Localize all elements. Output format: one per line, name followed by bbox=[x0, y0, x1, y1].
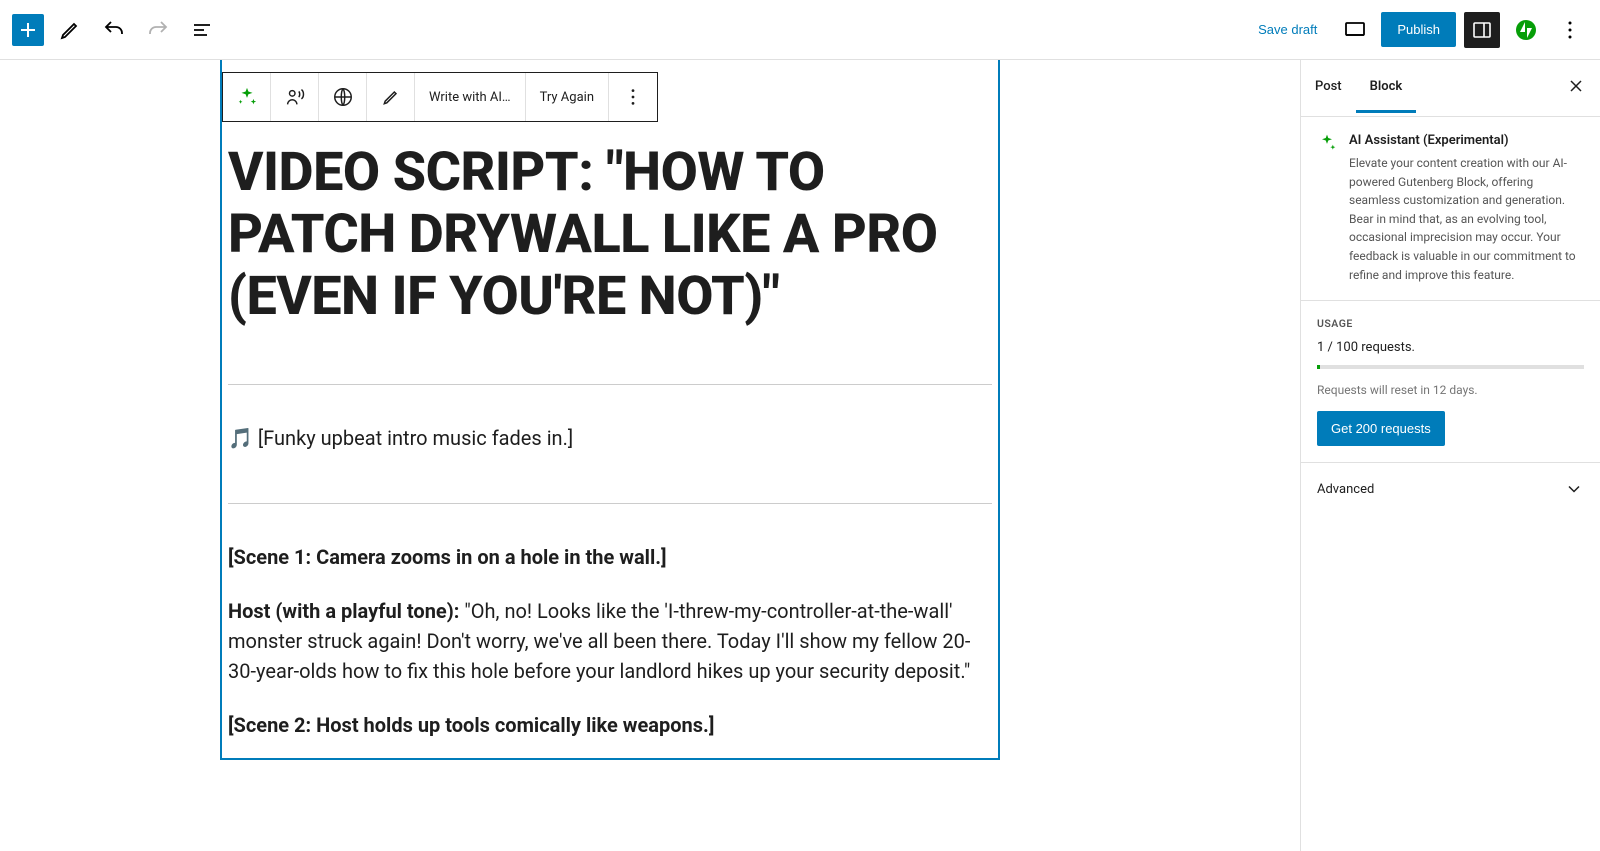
improve-button[interactable] bbox=[367, 73, 415, 121]
toolbar-left bbox=[12, 12, 220, 48]
sparkles-icon bbox=[236, 86, 258, 108]
more-vertical-icon bbox=[1558, 18, 1582, 42]
try-again-button[interactable]: Try Again bbox=[526, 73, 609, 121]
preview-button[interactable] bbox=[1337, 12, 1373, 48]
voice-icon bbox=[284, 86, 306, 108]
scene1-heading[interactable]: [Scene 1: Camera zooms in on a hole in t… bbox=[222, 536, 998, 590]
settings-sidebar-toggle[interactable] bbox=[1464, 12, 1500, 48]
usage-progress-bar bbox=[1317, 365, 1584, 369]
intro-music-line[interactable]: 🎵 [Funky upbeat intro music fades in.] bbox=[222, 417, 998, 471]
usage-count: 1 / 100 requests. bbox=[1317, 340, 1584, 355]
sidebar-icon bbox=[1470, 18, 1494, 42]
publish-button[interactable]: Publish bbox=[1381, 12, 1456, 47]
advanced-label: Advanced bbox=[1317, 482, 1374, 497]
more-options-button[interactable] bbox=[1552, 12, 1588, 48]
top-toolbar: Save draft Publish bbox=[0, 0, 1600, 60]
plus-icon bbox=[16, 18, 40, 42]
undo-button[interactable] bbox=[96, 12, 132, 48]
redo-icon bbox=[146, 18, 170, 42]
ai-panel-description: Elevate your content creation with our A… bbox=[1349, 154, 1584, 284]
redo-button[interactable] bbox=[140, 12, 176, 48]
sparkles-icon bbox=[1317, 133, 1337, 284]
tab-block[interactable]: Block bbox=[1356, 63, 1417, 113]
ai-block-type-button[interactable] bbox=[223, 73, 271, 121]
usage-reset-text: Requests will reset in 12 days. bbox=[1317, 383, 1584, 397]
get-requests-button[interactable]: Get 200 requests bbox=[1317, 411, 1445, 446]
host-line[interactable]: Host (with a playful tone): "Oh, no! Loo… bbox=[222, 590, 998, 704]
save-draft-button[interactable]: Save draft bbox=[1246, 14, 1329, 45]
more-vertical-icon bbox=[622, 86, 644, 108]
separator bbox=[228, 384, 992, 385]
block-toolbar: Write with AI… Try Again bbox=[222, 72, 658, 122]
ai-panel-title: AI Assistant (Experimental) bbox=[1349, 133, 1584, 148]
pencil-icon bbox=[381, 87, 401, 107]
pencil-icon bbox=[58, 18, 82, 42]
toolbar-right: Save draft Publish bbox=[1246, 12, 1588, 48]
write-with-ai-button[interactable]: Write with AI… bbox=[415, 73, 526, 121]
scene2-heading[interactable]: [Scene 2: Host holds up tools comically … bbox=[222, 704, 998, 758]
voice-tone-button[interactable] bbox=[271, 73, 319, 121]
ai-assistant-panel: AI Assistant (Experimental) Elevate your… bbox=[1301, 117, 1600, 301]
post-title[interactable]: VIDEO SCRIPT: "HOW TO PATCH DRYWALL LIKE… bbox=[222, 132, 998, 352]
ai-assistant-block[interactable]: Write with AI… Try Again VIDEO SCRIPT: "… bbox=[220, 60, 1000, 760]
edit-tool-button[interactable] bbox=[52, 12, 88, 48]
globe-icon bbox=[332, 86, 354, 108]
document-overview-button[interactable] bbox=[184, 12, 220, 48]
settings-sidebar: Post Block AI Assistant (Experimental) E… bbox=[1300, 60, 1600, 851]
close-icon bbox=[1566, 76, 1586, 96]
block-more-button[interactable] bbox=[609, 73, 657, 121]
separator bbox=[228, 503, 992, 504]
undo-icon bbox=[102, 18, 126, 42]
desktop-icon bbox=[1343, 18, 1367, 42]
usage-panel: USAGE 1 / 100 requests. Requests will re… bbox=[1301, 301, 1600, 463]
tab-post[interactable]: Post bbox=[1301, 63, 1356, 113]
language-button[interactable] bbox=[319, 73, 367, 121]
editor-canvas[interactable]: Write with AI… Try Again VIDEO SCRIPT: "… bbox=[0, 60, 1300, 851]
chevron-down-icon bbox=[1564, 479, 1584, 499]
usage-label: USAGE bbox=[1317, 317, 1584, 330]
jetpack-button[interactable] bbox=[1508, 12, 1544, 48]
advanced-panel-toggle[interactable]: Advanced bbox=[1301, 463, 1600, 515]
main-area: Write with AI… Try Again VIDEO SCRIPT: "… bbox=[0, 60, 1600, 851]
sidebar-tabs: Post Block bbox=[1301, 60, 1600, 117]
jetpack-icon bbox=[1514, 18, 1538, 42]
add-block-button[interactable] bbox=[12, 14, 44, 46]
list-icon bbox=[190, 18, 214, 42]
close-sidebar-button[interactable] bbox=[1552, 60, 1600, 116]
